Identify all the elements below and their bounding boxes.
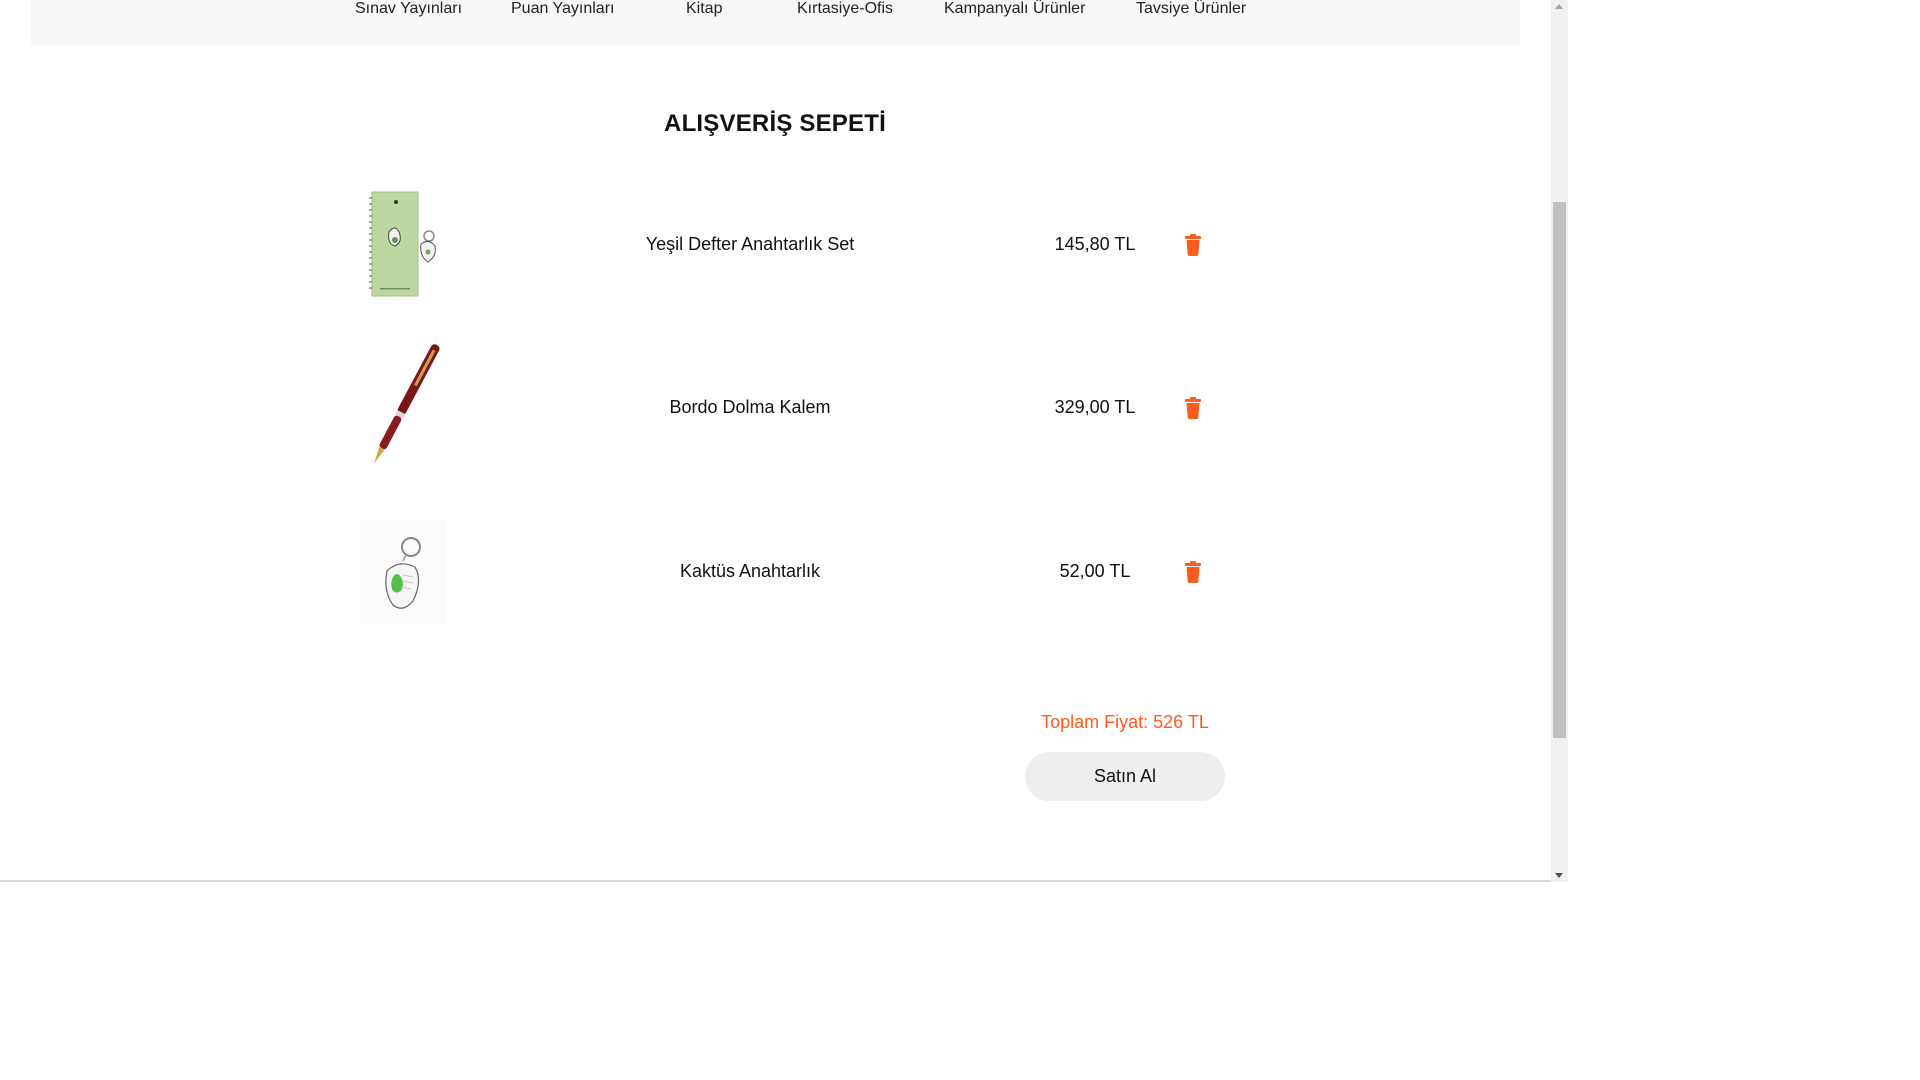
cart-item-row: Yeşil Defter Anahtarlık Set 145,80 TL	[355, 170, 1225, 320]
scrollbar-thumb[interactable]	[1553, 202, 1566, 738]
nav-item-puan-yayinlari[interactable]: Puan Yayınları	[511, 0, 614, 18]
product-name[interactable]: Yeşil Defter Anahtarlık Set	[595, 234, 905, 255]
product-image-fountain-pen[interactable]	[355, 333, 455, 483]
product-name[interactable]: Bordo Dolma Kalem	[595, 397, 905, 418]
nav-item-sinav-yayinlari[interactable]: Sınav Yayınları	[355, 0, 462, 18]
nav-item-tavsiye-urunler[interactable]: Tavsiye Ürünler	[1136, 0, 1246, 18]
scroll-up-icon[interactable]	[1555, 4, 1563, 9]
trash-icon[interactable]	[1183, 234, 1203, 256]
buy-button[interactable]: Satın Al	[1025, 752, 1225, 801]
trash-icon[interactable]	[1183, 561, 1203, 583]
product-price: 52,00 TL	[1059, 561, 1131, 581]
nav-item-kampanyali-urunler[interactable]: Kampanyalı Ürünler	[944, 0, 1085, 18]
page: Sınav Yayınları Puan Yayınları Kitap Kır…	[0, 0, 1568, 882]
page-title: ALIŞVERİŞ SEPETİ	[664, 110, 886, 137]
nav-item-kitap[interactable]: Kitap	[686, 0, 722, 18]
scroll-down-icon[interactable]	[1555, 873, 1563, 878]
trash-icon[interactable]	[1183, 397, 1203, 419]
nav-item-kirtasiye-ofis[interactable]: Kırtasiye-Ofis	[797, 0, 893, 18]
cart-item-row: Kaktüs Anahtarlık 52,00 TL	[355, 497, 1225, 647]
vertical-scrollbar[interactable]	[1551, 0, 1568, 882]
product-price: 145,80 TL	[1054, 234, 1136, 254]
divider	[0, 880, 1551, 882]
product-image-cactus-keychain[interactable]	[355, 497, 455, 647]
top-nav: Sınav Yayınları Puan Yayınları Kitap Kır…	[31, 0, 1520, 45]
product-name[interactable]: Kaktüs Anahtarlık	[595, 561, 905, 582]
cart-item-row: Bordo Dolma Kalem 329,00 TL	[355, 333, 1225, 483]
total-price: Toplam Fiyat: 526 TL	[1041, 712, 1209, 732]
product-image-notebook-keychain[interactable]	[355, 170, 455, 320]
product-price: 329,00 TL	[1054, 397, 1136, 417]
